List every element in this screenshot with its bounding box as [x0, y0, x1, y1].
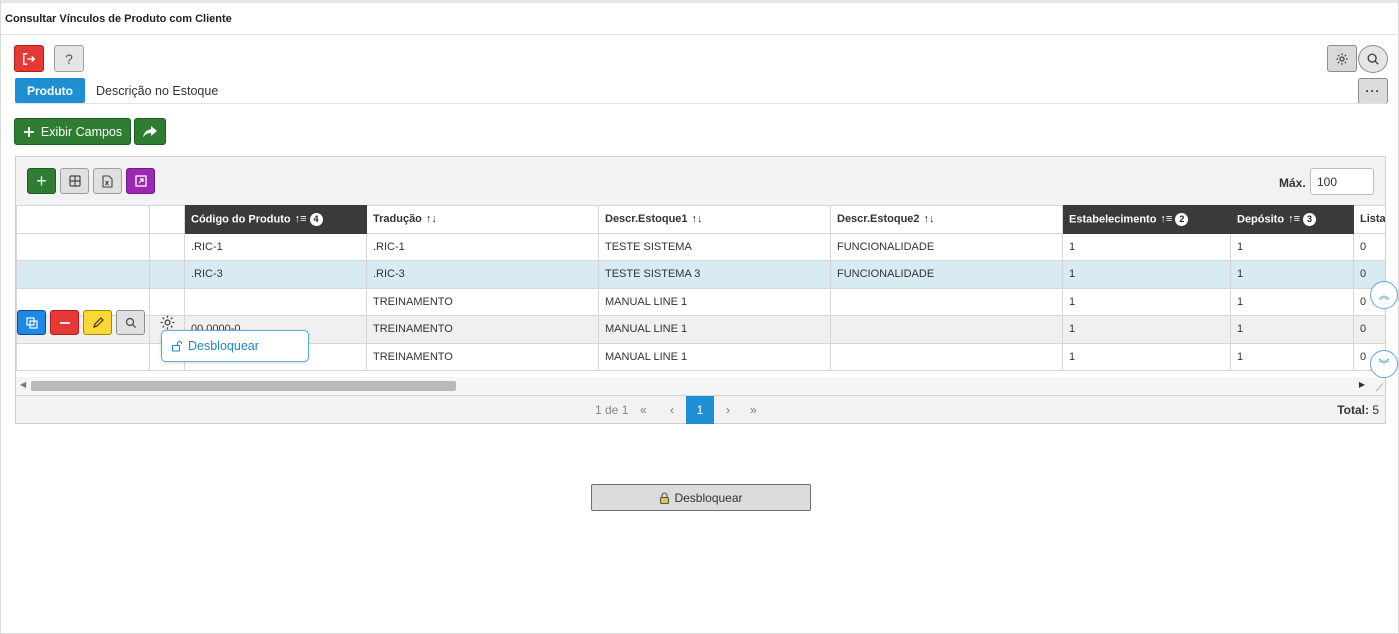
search-icon: [125, 317, 136, 328]
max-rows-input[interactable]: [1310, 168, 1374, 195]
column-header-traducao[interactable]: Tradução ↑↓: [366, 205, 599, 234]
excel-file-icon: [102, 174, 113, 188]
row-action-buttons: [17, 310, 145, 336]
table-row[interactable]: .RIC-1 .RIC-1 TESTE SISTEMA FUNCIONALIDADE…: [16, 232, 1385, 261]
column-header-descr-estoque1[interactable]: Descr.Estoque1 ↑↓: [598, 205, 831, 234]
last-page-icon[interactable]: »: [750, 403, 757, 417]
next-page-icon[interactable]: ›: [726, 403, 730, 417]
exibir-campos-label: Exibir Campos: [40, 124, 123, 139]
exibir-campos-button[interactable]: Exibir Campos: [14, 118, 131, 145]
delete-row-button[interactable]: [50, 310, 79, 335]
sort-order-badge: 2: [1175, 212, 1189, 226]
unlock-button-label: Desbloquear: [674, 490, 743, 505]
scroll-right-icon[interactable]: ▶: [1359, 380, 1365, 389]
double-chevron-up-icon: ︽: [1378, 290, 1390, 302]
page-info: 1 de 1: [595, 403, 629, 417]
tab-descricao-estoque[interactable]: Descrição no Estoque: [96, 84, 218, 98]
row-context-menu-unlock[interactable]: Desbloquear: [161, 330, 309, 362]
tab-bar: Produto Descrição no Estoque: [14, 77, 1386, 104]
table-row[interactable]: TREINAMENTO MANUAL LINE 1 11 0: [16, 287, 1385, 316]
page-1-button[interactable]: 1: [686, 396, 714, 424]
expand-icon: [134, 175, 147, 187]
grid-toolbar: + Máx.: [16, 157, 1385, 205]
plus-icon: +: [36, 170, 47, 191]
gear-icon: [160, 315, 174, 329]
add-record-button[interactable]: +: [27, 168, 56, 194]
search-icon: [1367, 53, 1379, 65]
max-label: Máx.: [1279, 176, 1306, 190]
table-viewport: Código do Produto ↑≡ 4 Tradução ↑↓ Descr.Es…: [16, 205, 1385, 377]
lock-icon: [660, 491, 670, 504]
sort-icon: ↑↓: [923, 213, 935, 226]
sort-icon: ↑↓: [691, 213, 703, 226]
export-excel-button[interactable]: [93, 168, 122, 194]
scroll-down-button[interactable]: ︾: [1370, 350, 1398, 378]
scrollbar-thumb[interactable]: [31, 381, 456, 391]
column-header-descr-estoque2[interactable]: Descr.Estoque2 ↑↓: [830, 205, 1063, 234]
search-button[interactable]: [1358, 45, 1388, 73]
sort-icon: ↑↓: [425, 213, 437, 226]
pencil-icon: [92, 316, 104, 328]
sort-asc-icon: ↑≡: [294, 213, 307, 226]
horizontal-scrollbar[interactable]: ◀ ▶ ⟋: [16, 377, 1385, 395]
help-button[interactable]: ?: [54, 45, 84, 72]
pagination-bar: 1 de 1 « ‹ 1 › » Total: 5: [16, 395, 1385, 424]
double-chevron-down-icon: ︾: [1378, 359, 1390, 371]
scroll-left-icon[interactable]: ◀: [20, 380, 26, 389]
column-header-deposito[interactable]: Depósito ↑≡ 3: [1230, 205, 1354, 234]
row-menu-header: [149, 205, 185, 234]
prev-page-icon[interactable]: ‹: [670, 403, 674, 417]
edit-row-button[interactable]: [83, 310, 112, 335]
column-header-estabelecimento[interactable]: Estabelecimento ↑≡ 2: [1062, 205, 1231, 234]
plus-icon: [23, 126, 34, 137]
table-grid-icon: [68, 175, 81, 187]
unlock-button[interactable]: Desbloquear: [591, 484, 811, 511]
exit-icon: [23, 52, 36, 65]
unlock-menu-label: Desbloquear: [188, 339, 259, 353]
minus-icon: [59, 321, 70, 324]
share-arrow-icon: [143, 125, 157, 137]
sort-order-badge: 3: [1302, 212, 1316, 226]
grid-layout-button[interactable]: [60, 168, 89, 194]
tab-produto[interactable]: Produto: [15, 78, 85, 103]
unlock-icon: [171, 340, 183, 352]
column-header-codigo-produto[interactable]: Código do Produto ↑≡ 4: [184, 205, 367, 234]
page-title: Consultar Vínculos de Produto com Client…: [0, 3, 1397, 35]
exit-button[interactable]: [14, 45, 44, 72]
expand-button[interactable]: [126, 168, 155, 194]
actions-header: [16, 205, 150, 234]
sort-asc-icon: ↑≡: [1288, 213, 1300, 226]
copy-row-button[interactable]: [17, 310, 46, 335]
gear-icon: [1336, 52, 1348, 65]
settings-button[interactable]: [1327, 45, 1357, 72]
share-button[interactable]: [134, 118, 166, 145]
table-row-selected[interactable]: .RIC-3 .RIC-3 TESTE SISTEMA 3 FUNCIONALIDA…: [16, 260, 1385, 289]
first-page-icon[interactable]: «: [640, 403, 647, 417]
total-count: Total: 5: [1337, 403, 1379, 417]
sort-order-badge: 4: [309, 212, 323, 226]
sort-asc-icon: ↑≡: [1160, 213, 1173, 226]
view-row-button[interactable]: [116, 310, 145, 335]
copy-icon: [25, 316, 38, 329]
column-header-lista[interactable]: Lista: [1353, 205, 1385, 234]
scroll-up-button[interactable]: ︽: [1370, 281, 1398, 309]
table-header-row: Código do Produto ↑≡ 4 Tradução ↑↓ Descr.Es…: [16, 205, 1385, 234]
data-grid: + Máx. Código do Produto↑≡4: [15, 156, 1386, 424]
question-icon: ?: [65, 50, 73, 67]
resize-handle-icon[interactable]: ⟋: [1376, 383, 1383, 394]
